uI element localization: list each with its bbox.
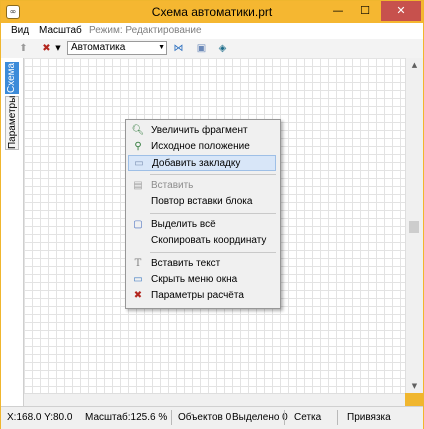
status-coords: X:168.0 Y:80.0 xyxy=(7,412,73,423)
status-scale: Масштаб:125.6 % xyxy=(85,412,168,423)
bookmark-icon: ▭ xyxy=(134,158,144,169)
magnifier-reset-icon: ⚲ xyxy=(134,141,142,152)
status-separator xyxy=(171,410,172,425)
menu-view[interactable]: Вид xyxy=(11,25,29,36)
tab-params[interactable]: Параметры xyxy=(5,96,19,150)
text-icon: T xyxy=(134,258,142,269)
status-snap[interactable]: Привязка xyxy=(347,412,391,423)
magnifier-icon: 🔍︎ xyxy=(131,125,145,136)
maximize-button[interactable]: ☐ xyxy=(352,1,378,21)
status-separator xyxy=(284,410,285,425)
menu-separator xyxy=(150,174,276,175)
navigate-icon[interactable]: ◈ xyxy=(215,41,230,56)
toolbar: ⬆ ✖ ▼ Автоматика ▼ ⋈ ▣ ◈ xyxy=(1,39,423,59)
scheme-select[interactable]: Автоматика ▼ xyxy=(67,41,167,55)
close-button[interactable]: ✕ xyxy=(381,1,421,21)
menu-item-calc-params[interactable]: ✖ Параметры расчёта xyxy=(128,288,276,304)
menu-separator xyxy=(150,252,276,253)
tools-icon[interactable]: ✖ xyxy=(39,41,54,56)
scroll-down-icon[interactable]: ▼ xyxy=(406,379,423,393)
status-separator xyxy=(337,410,338,425)
minimize-button[interactable]: — xyxy=(325,1,351,21)
layers-icon[interactable]: ▣ xyxy=(194,41,209,56)
scroll-thumb[interactable] xyxy=(409,221,419,233)
paste-icon: ▤ xyxy=(133,180,143,191)
menu-item-zoom-fragment[interactable]: 🔍︎ Увеличить фрагмент xyxy=(128,123,276,139)
mode-label: Режим: Редактирование xyxy=(89,25,202,36)
vertical-scrollbar[interactable]: ▲ ▼ xyxy=(405,58,423,393)
status-grid[interactable]: Сетка xyxy=(294,412,321,423)
status-bar: X:168.0 Y:80.0 Масштаб:125.6 % Объектов … xyxy=(1,406,423,429)
up-arrow-icon[interactable]: ⬆ xyxy=(16,41,31,56)
select-all-icon: ▢ xyxy=(133,219,143,230)
tab-scheme[interactable]: Схема xyxy=(5,62,19,94)
chevron-down-icon: ▼ xyxy=(158,44,165,51)
menu-item-insert-text[interactable]: T Вставить текст xyxy=(128,256,276,272)
window-icon: ▭ xyxy=(133,274,143,285)
menu-item-repeat-paste-block[interactable]: Повтор вставки блока xyxy=(128,194,276,210)
status-selected: Выделено 0 xyxy=(232,412,288,423)
horizontal-scrollbar[interactable] xyxy=(24,393,405,407)
title-bar[interactable]: ∞ Схема автоматики.prt — ☐ ✕ xyxy=(1,1,423,23)
status-objects: Объектов 0 xyxy=(178,412,232,423)
menu-item-initial-position[interactable]: ⚲ Исходное положение xyxy=(128,139,276,155)
context-menu: 🔍︎ Увеличить фрагмент ⚲ Исходное положен… xyxy=(125,119,281,309)
menu-scale[interactable]: Масштаб xyxy=(39,25,82,36)
app-window: ∞ Схема автоматики.prt — ☐ ✕ Вид Масштаб… xyxy=(0,0,424,429)
menu-item-select-all[interactable]: ▢ Выделить всё xyxy=(128,217,276,233)
menu-item-paste[interactable]: ▤ Вставить xyxy=(128,178,276,194)
menu-item-copy-coordinate[interactable]: Скопировать координату xyxy=(128,233,276,249)
menu-item-add-bookmark[interactable]: ▭ Добавить закладку xyxy=(128,155,276,171)
tools-dropdown-icon[interactable]: ▼ xyxy=(54,41,62,56)
menu-item-hide-window-menu[interactable]: ▭ Скрыть меню окна xyxy=(128,272,276,288)
tools-icon: ✖ xyxy=(133,290,143,301)
side-tab-bar: Схема Параметры xyxy=(1,58,24,406)
menu-separator xyxy=(150,213,276,214)
menu-bar: Вид Масштаб Режим: Редактирование xyxy=(1,23,423,39)
scroll-up-icon[interactable]: ▲ xyxy=(406,58,423,72)
scheme-select-value: Автоматика xyxy=(71,42,126,53)
bookmark-jump-icon[interactable]: ⋈ xyxy=(171,41,186,56)
